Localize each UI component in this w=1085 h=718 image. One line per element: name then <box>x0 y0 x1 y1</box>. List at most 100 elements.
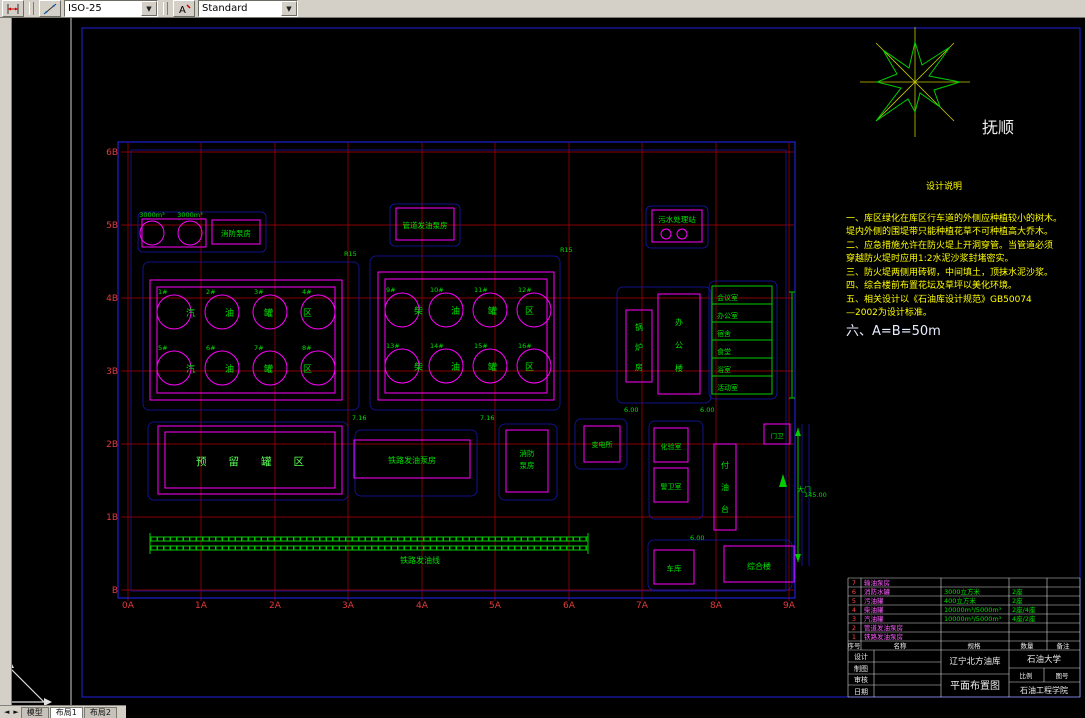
svg-text:名称: 名称 <box>894 641 908 650</box>
office-label: 办 <box>675 317 683 327</box>
tank-id: 7# <box>254 344 264 352</box>
svg-text:2座: 2座 <box>1012 596 1023 605</box>
svg-text:400立方米: 400立方米 <box>944 596 976 605</box>
tab-layout2[interactable]: 布局2 <box>83 707 117 718</box>
svg-text:输油泵房: 输油泵房 <box>864 578 890 587</box>
spot-label: 145.00 <box>804 491 827 499</box>
field-label: 日期 <box>854 688 868 696</box>
dim-style-button[interactable] <box>39 0 61 17</box>
field-label: 制图 <box>854 664 868 673</box>
tab-nav-prev-icon[interactable]: ◄ <box>2 707 11 718</box>
axis-label: 4A <box>416 601 429 611</box>
chevron-down-icon: ▼ <box>281 1 297 16</box>
spot-label: 6.00 <box>700 406 714 414</box>
text-style-button[interactable]: A <box>173 0 195 17</box>
axis-label: 7A <box>636 601 649 611</box>
fire-pump-bottom-label: 泵房 <box>520 460 535 470</box>
tank-id: 15# <box>474 342 488 350</box>
text-style-combo[interactable]: Standard ▼ <box>198 0 298 17</box>
school-name: 石油大学 <box>1027 654 1062 665</box>
room-label: 宿舍 <box>717 329 731 338</box>
spot-label: 6.00 <box>690 534 704 542</box>
styles-toolbar: ISO-25 ▼ A Standard ▼ <box>0 0 1085 18</box>
loading-label: 台 <box>721 504 729 514</box>
tab-nav-next-icon[interactable]: ► <box>11 707 20 718</box>
svg-text:规格: 规格 <box>968 641 982 650</box>
svg-text:管道发油泵房: 管道发油泵房 <box>864 623 903 632</box>
note-line: 二、应急措施允许在防火堤上开洞穿管。当管道必须 <box>846 239 1053 251</box>
room-label: 浴室 <box>717 365 731 374</box>
tank-id: 3# <box>254 288 264 296</box>
note-line: 一、库区绿化在库区行车道的外侧应种植较小的树木。 <box>846 212 1062 224</box>
dim-style-value: ISO-25 <box>68 3 102 14</box>
loading-label: 油 <box>721 482 729 492</box>
svg-text:消防水罐: 消防水罐 <box>864 587 891 596</box>
boiler-label: 房 <box>635 362 643 372</box>
note-line: 穿越防火堤时应用1:2水泥沙浆封堵密实。 <box>846 252 1014 264</box>
axis-label: 6A <box>563 601 576 611</box>
tank-id: 14# <box>430 342 444 350</box>
drawing-canvas[interactable]: 6B 5B 4B 3B 2B 1B B 0A 1A 2A 3A 4A 5A 6A… <box>0 0 1085 718</box>
ucs-icon <box>6 660 52 706</box>
svg-text:3000立方米: 3000立方米 <box>944 587 981 596</box>
tank-group-label: 汽油罐区 <box>186 363 342 375</box>
substation-label: 变电所 <box>592 440 613 449</box>
svg-text:7: 7 <box>852 579 856 587</box>
svg-text:4座/2座: 4座/2座 <box>1012 614 1036 623</box>
drawing-title: 平面布置图 <box>950 680 1000 692</box>
rail-pump-label: 铁路发油泵房 <box>388 455 436 465</box>
axis-label: 5A <box>489 601 502 611</box>
fire-pump-bottom-label: 消防 <box>520 448 535 458</box>
tank-id: 2# <box>206 288 216 296</box>
note-line: 四、综合楼前布置花坛及草坪以美化环境。 <box>846 279 1017 291</box>
axis-label: 8A <box>710 601 723 611</box>
svg-text:4: 4 <box>852 606 856 614</box>
tank-id: 13# <box>386 342 400 350</box>
spot-label: 7.16 <box>352 414 366 422</box>
field-label: 设计 <box>854 652 868 661</box>
drawing-canvas-container: 6B 5B 4B 3B 2B 1B B 0A 1A 2A 3A 4A 5A 6A… <box>0 18 1085 718</box>
city-label: 抚顺 <box>982 118 1014 137</box>
text-style-value: Standard <box>202 3 248 14</box>
tank-id: 4# <box>302 288 312 296</box>
small-tank-label: 3000m³ <box>177 211 203 219</box>
svg-text:5: 5 <box>852 597 856 605</box>
title-block: 设计 制图 审核 日期 辽宁北方油库 平面布置图 石油大学 比例 图号 石油工程… <box>847 650 1081 698</box>
svg-text:10000m³/5000m³: 10000m³/5000m³ <box>944 615 1002 623</box>
tank-id: 11# <box>474 286 488 294</box>
tank-id: 9# <box>386 286 396 294</box>
design-notes: 设计说明 一、库区绿化在库区行车道的外侧应种植较小的树木。 堤内外侧的围堤带只能… <box>846 180 1062 339</box>
tab-layout1[interactable]: 布局1 <box>49 707 83 718</box>
lab-label: 化验室 <box>661 442 682 451</box>
complex-label: 综合楼 <box>747 561 771 571</box>
spot-label: R15 <box>560 246 573 254</box>
boiler-label: 炉 <box>635 342 643 352</box>
dim-style-combo[interactable]: ISO-25 ▼ <box>64 0 158 17</box>
axis-label: 2A <box>269 601 282 611</box>
axis-label: 9A <box>783 601 796 611</box>
axis-label: 4B <box>106 294 118 304</box>
toolbar-grip[interactable] <box>29 2 34 15</box>
spot-label: 6.00 <box>624 406 638 414</box>
tank-id: 8# <box>302 344 312 352</box>
left-dock-bar <box>0 18 12 718</box>
note-line: —2002为设计标准。 <box>846 306 932 318</box>
diesel-tank-group: 柴油罐区 柴油罐区 9# 10# 11# 12# 13# 14# 15# 16# <box>377 271 555 401</box>
svg-text:序号: 序号 <box>848 641 862 650</box>
dim-style-icon <box>43 3 57 14</box>
note-line: 堤内外侧的围堤带只能种植花草不可种植高大乔木。 <box>846 225 1053 237</box>
layout-tab-bar: ◄ ► 模型 布局1 布局2 <box>0 705 126 718</box>
college-name: 石油工程学院 <box>1020 685 1068 695</box>
drawing-no-label: 图号 <box>1056 672 1070 680</box>
sheet-borders <box>70 18 1081 708</box>
axis-label: 3B <box>106 367 118 377</box>
tab-model[interactable]: 模型 <box>20 707 49 718</box>
svg-text:铁路发油泵房: 铁路发油泵房 <box>864 632 903 641</box>
autocad-window: 6B 5B 4B 3B 2B 1B B 0A 1A 2A 3A 4A 5A 6A… <box>0 0 1085 718</box>
toolbar-grip[interactable] <box>163 2 168 15</box>
dim-style-manager-button[interactable] <box>2 0 24 17</box>
room-label: 活动室 <box>717 383 738 392</box>
axis-label: 6B <box>106 148 118 158</box>
guard-label: 警卫室 <box>661 482 682 491</box>
tank-id: 16# <box>518 342 532 350</box>
